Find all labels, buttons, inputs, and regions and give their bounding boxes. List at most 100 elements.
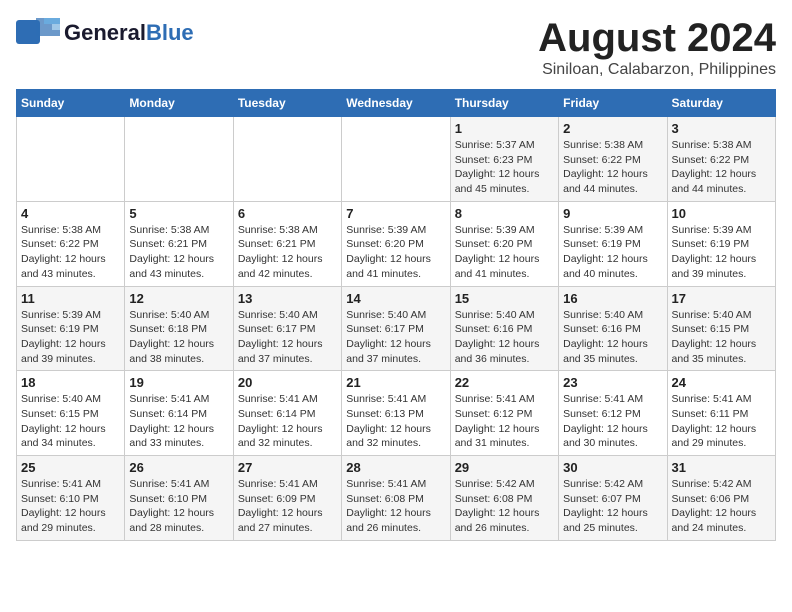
day-info: Sunrise: 5:40 AM Sunset: 6:17 PM Dayligh…	[346, 308, 445, 367]
header: GeneralBlue August 2024 Siniloan, Calaba…	[16, 16, 776, 79]
day-info: Sunrise: 5:41 AM Sunset: 6:14 PM Dayligh…	[238, 392, 337, 451]
cell-4-2: 20 Sunrise: 5:41 AM Sunset: 6:14 PM Dayli…	[233, 371, 341, 456]
day-info: Sunrise: 5:37 AM Sunset: 6:23 PM Dayligh…	[455, 138, 554, 197]
day-number: 30	[563, 460, 662, 475]
cell-5-0: 25 Sunrise: 5:41 AM Sunset: 6:10 PM Dayli…	[17, 456, 125, 541]
cell-5-3: 28 Sunrise: 5:41 AM Sunset: 6:08 PM Dayli…	[342, 456, 450, 541]
cell-2-4: 8Sunrise: 5:39 AM Sunset: 6:20 PM Daylig…	[450, 201, 558, 286]
day-info: Sunrise: 5:42 AM Sunset: 6:07 PM Dayligh…	[563, 477, 662, 536]
cell-2-1: 5 Sunrise: 5:38 AM Sunset: 6:21 PM Daylig…	[125, 201, 233, 286]
day-number: 17	[672, 291, 771, 306]
cell-5-1: 26 Sunrise: 5:41 AM Sunset: 6:10 PM Dayli…	[125, 456, 233, 541]
cell-2-0: 4Sunrise: 5:38 AM Sunset: 6:22 PM Daylig…	[17, 201, 125, 286]
week-row-2: 4Sunrise: 5:38 AM Sunset: 6:22 PM Daylig…	[17, 201, 776, 286]
cell-1-6: 3 Sunrise: 5:38 AM Sunset: 6:22 PM Daylig…	[667, 117, 775, 202]
day-number: 7	[346, 206, 445, 221]
day-info: Sunrise: 5:38 AM Sunset: 6:21 PM Dayligh…	[129, 223, 228, 282]
day-info: Sunrise: 5:38 AM Sunset: 6:21 PM Dayligh…	[238, 223, 337, 282]
day-number: 19	[129, 375, 228, 390]
day-info: Sunrise: 5:41 AM Sunset: 6:09 PM Dayligh…	[238, 477, 337, 536]
logo-icon	[16, 16, 60, 50]
day-number: 18	[21, 375, 120, 390]
day-number: 28	[346, 460, 445, 475]
day-info: Sunrise: 5:42 AM Sunset: 6:08 PM Dayligh…	[455, 477, 554, 536]
cell-4-0: 18 Sunrise: 5:40 AM Sunset: 6:15 PM Dayli…	[17, 371, 125, 456]
calendar-table: SundayMondayTuesdayWednesdayThursdayFrid…	[16, 89, 776, 541]
day-number: 2	[563, 121, 662, 136]
day-info: Sunrise: 5:38 AM Sunset: 6:22 PM Dayligh…	[563, 138, 662, 197]
day-info: Sunrise: 5:41 AM Sunset: 6:08 PM Dayligh…	[346, 477, 445, 536]
title-area: August 2024 Siniloan, Calabarzon, Philip…	[538, 16, 776, 79]
cell-3-1: 12 Sunrise: 5:40 AM Sunset: 6:18 PM Dayli…	[125, 286, 233, 371]
day-info: Sunrise: 5:39 AM Sunset: 6:20 PM Dayligh…	[346, 223, 445, 282]
cell-1-5: 2 Sunrise: 5:38 AM Sunset: 6:22 PM Daylig…	[559, 117, 667, 202]
day-number: 26	[129, 460, 228, 475]
cell-3-5: 16Sunrise: 5:40 AM Sunset: 6:16 PM Dayli…	[559, 286, 667, 371]
day-number: 5	[129, 206, 228, 221]
day-info: Sunrise: 5:40 AM Sunset: 6:15 PM Dayligh…	[21, 392, 120, 451]
header-tuesday: Tuesday	[233, 90, 341, 117]
day-info: Sunrise: 5:41 AM Sunset: 6:14 PM Dayligh…	[129, 392, 228, 451]
cell-3-6: 17Sunrise: 5:40 AM Sunset: 6:15 PM Dayli…	[667, 286, 775, 371]
day-info: Sunrise: 5:41 AM Sunset: 6:12 PM Dayligh…	[563, 392, 662, 451]
cell-3-2: 13Sunrise: 5:40 AM Sunset: 6:17 PM Dayli…	[233, 286, 341, 371]
day-info: Sunrise: 5:41 AM Sunset: 6:13 PM Dayligh…	[346, 392, 445, 451]
day-number: 11	[21, 291, 120, 306]
day-number: 8	[455, 206, 554, 221]
day-info: Sunrise: 5:40 AM Sunset: 6:16 PM Dayligh…	[455, 308, 554, 367]
cell-5-5: 30 Sunrise: 5:42 AM Sunset: 6:07 PM Dayli…	[559, 456, 667, 541]
cell-5-6: 31 Sunrise: 5:42 AM Sunset: 6:06 PM Dayli…	[667, 456, 775, 541]
cell-2-3: 7 Sunrise: 5:39 AM Sunset: 6:20 PM Daylig…	[342, 201, 450, 286]
day-number: 14	[346, 291, 445, 306]
day-info: Sunrise: 5:41 AM Sunset: 6:10 PM Dayligh…	[129, 477, 228, 536]
cell-1-0	[17, 117, 125, 202]
day-number: 15	[455, 291, 554, 306]
day-number: 25	[21, 460, 120, 475]
cell-3-3: 14 Sunrise: 5:40 AM Sunset: 6:17 PM Dayli…	[342, 286, 450, 371]
header-friday: Friday	[559, 90, 667, 117]
cell-4-4: 22Sunrise: 5:41 AM Sunset: 6:12 PM Dayli…	[450, 371, 558, 456]
cell-4-5: 23 Sunrise: 5:41 AM Sunset: 6:12 PM Dayli…	[559, 371, 667, 456]
logo-text: GeneralBlue	[64, 20, 194, 45]
cell-1-4: 1 Sunrise: 5:37 AM Sunset: 6:23 PM Daylig…	[450, 117, 558, 202]
week-row-3: 11 Sunrise: 5:39 AM Sunset: 6:19 PM Dayli…	[17, 286, 776, 371]
cell-5-4: 29Sunrise: 5:42 AM Sunset: 6:08 PM Dayli…	[450, 456, 558, 541]
day-number: 20	[238, 375, 337, 390]
calendar-title: August 2024	[538, 16, 776, 61]
day-info: Sunrise: 5:40 AM Sunset: 6:18 PM Dayligh…	[129, 308, 228, 367]
day-info: Sunrise: 5:38 AM Sunset: 6:22 PM Dayligh…	[672, 138, 771, 197]
calendar-header-row: SundayMondayTuesdayWednesdayThursdayFrid…	[17, 90, 776, 117]
day-info: Sunrise: 5:42 AM Sunset: 6:06 PM Dayligh…	[672, 477, 771, 536]
cell-1-2	[233, 117, 341, 202]
day-number: 1	[455, 121, 554, 136]
day-number: 24	[672, 375, 771, 390]
day-number: 12	[129, 291, 228, 306]
cell-4-1: 19 Sunrise: 5:41 AM Sunset: 6:14 PM Dayli…	[125, 371, 233, 456]
cell-3-4: 15 Sunrise: 5:40 AM Sunset: 6:16 PM Dayli…	[450, 286, 558, 371]
day-number: 27	[238, 460, 337, 475]
day-info: Sunrise: 5:40 AM Sunset: 6:16 PM Dayligh…	[563, 308, 662, 367]
day-info: Sunrise: 5:41 AM Sunset: 6:11 PM Dayligh…	[672, 392, 771, 451]
logo-blue: Blue	[146, 20, 194, 45]
day-info: Sunrise: 5:39 AM Sunset: 6:19 PM Dayligh…	[563, 223, 662, 282]
logo-general: General	[64, 20, 146, 45]
day-number: 9	[563, 206, 662, 221]
day-number: 22	[455, 375, 554, 390]
day-number: 6	[238, 206, 337, 221]
cell-1-3	[342, 117, 450, 202]
header-wednesday: Wednesday	[342, 90, 450, 117]
cell-1-1	[125, 117, 233, 202]
day-number: 23	[563, 375, 662, 390]
day-info: Sunrise: 5:38 AM Sunset: 6:22 PM Dayligh…	[21, 223, 120, 282]
cell-4-6: 24 Sunrise: 5:41 AM Sunset: 6:11 PM Dayli…	[667, 371, 775, 456]
week-row-5: 25 Sunrise: 5:41 AM Sunset: 6:10 PM Dayli…	[17, 456, 776, 541]
day-info: Sunrise: 5:39 AM Sunset: 6:19 PM Dayligh…	[21, 308, 120, 367]
day-info: Sunrise: 5:39 AM Sunset: 6:19 PM Dayligh…	[672, 223, 771, 282]
cell-4-3: 21 Sunrise: 5:41 AM Sunset: 6:13 PM Dayli…	[342, 371, 450, 456]
day-number: 21	[346, 375, 445, 390]
cell-3-0: 11 Sunrise: 5:39 AM Sunset: 6:19 PM Dayli…	[17, 286, 125, 371]
day-number: 31	[672, 460, 771, 475]
day-number: 3	[672, 121, 771, 136]
day-info: Sunrise: 5:41 AM Sunset: 6:10 PM Dayligh…	[21, 477, 120, 536]
cell-5-2: 27 Sunrise: 5:41 AM Sunset: 6:09 PM Dayli…	[233, 456, 341, 541]
